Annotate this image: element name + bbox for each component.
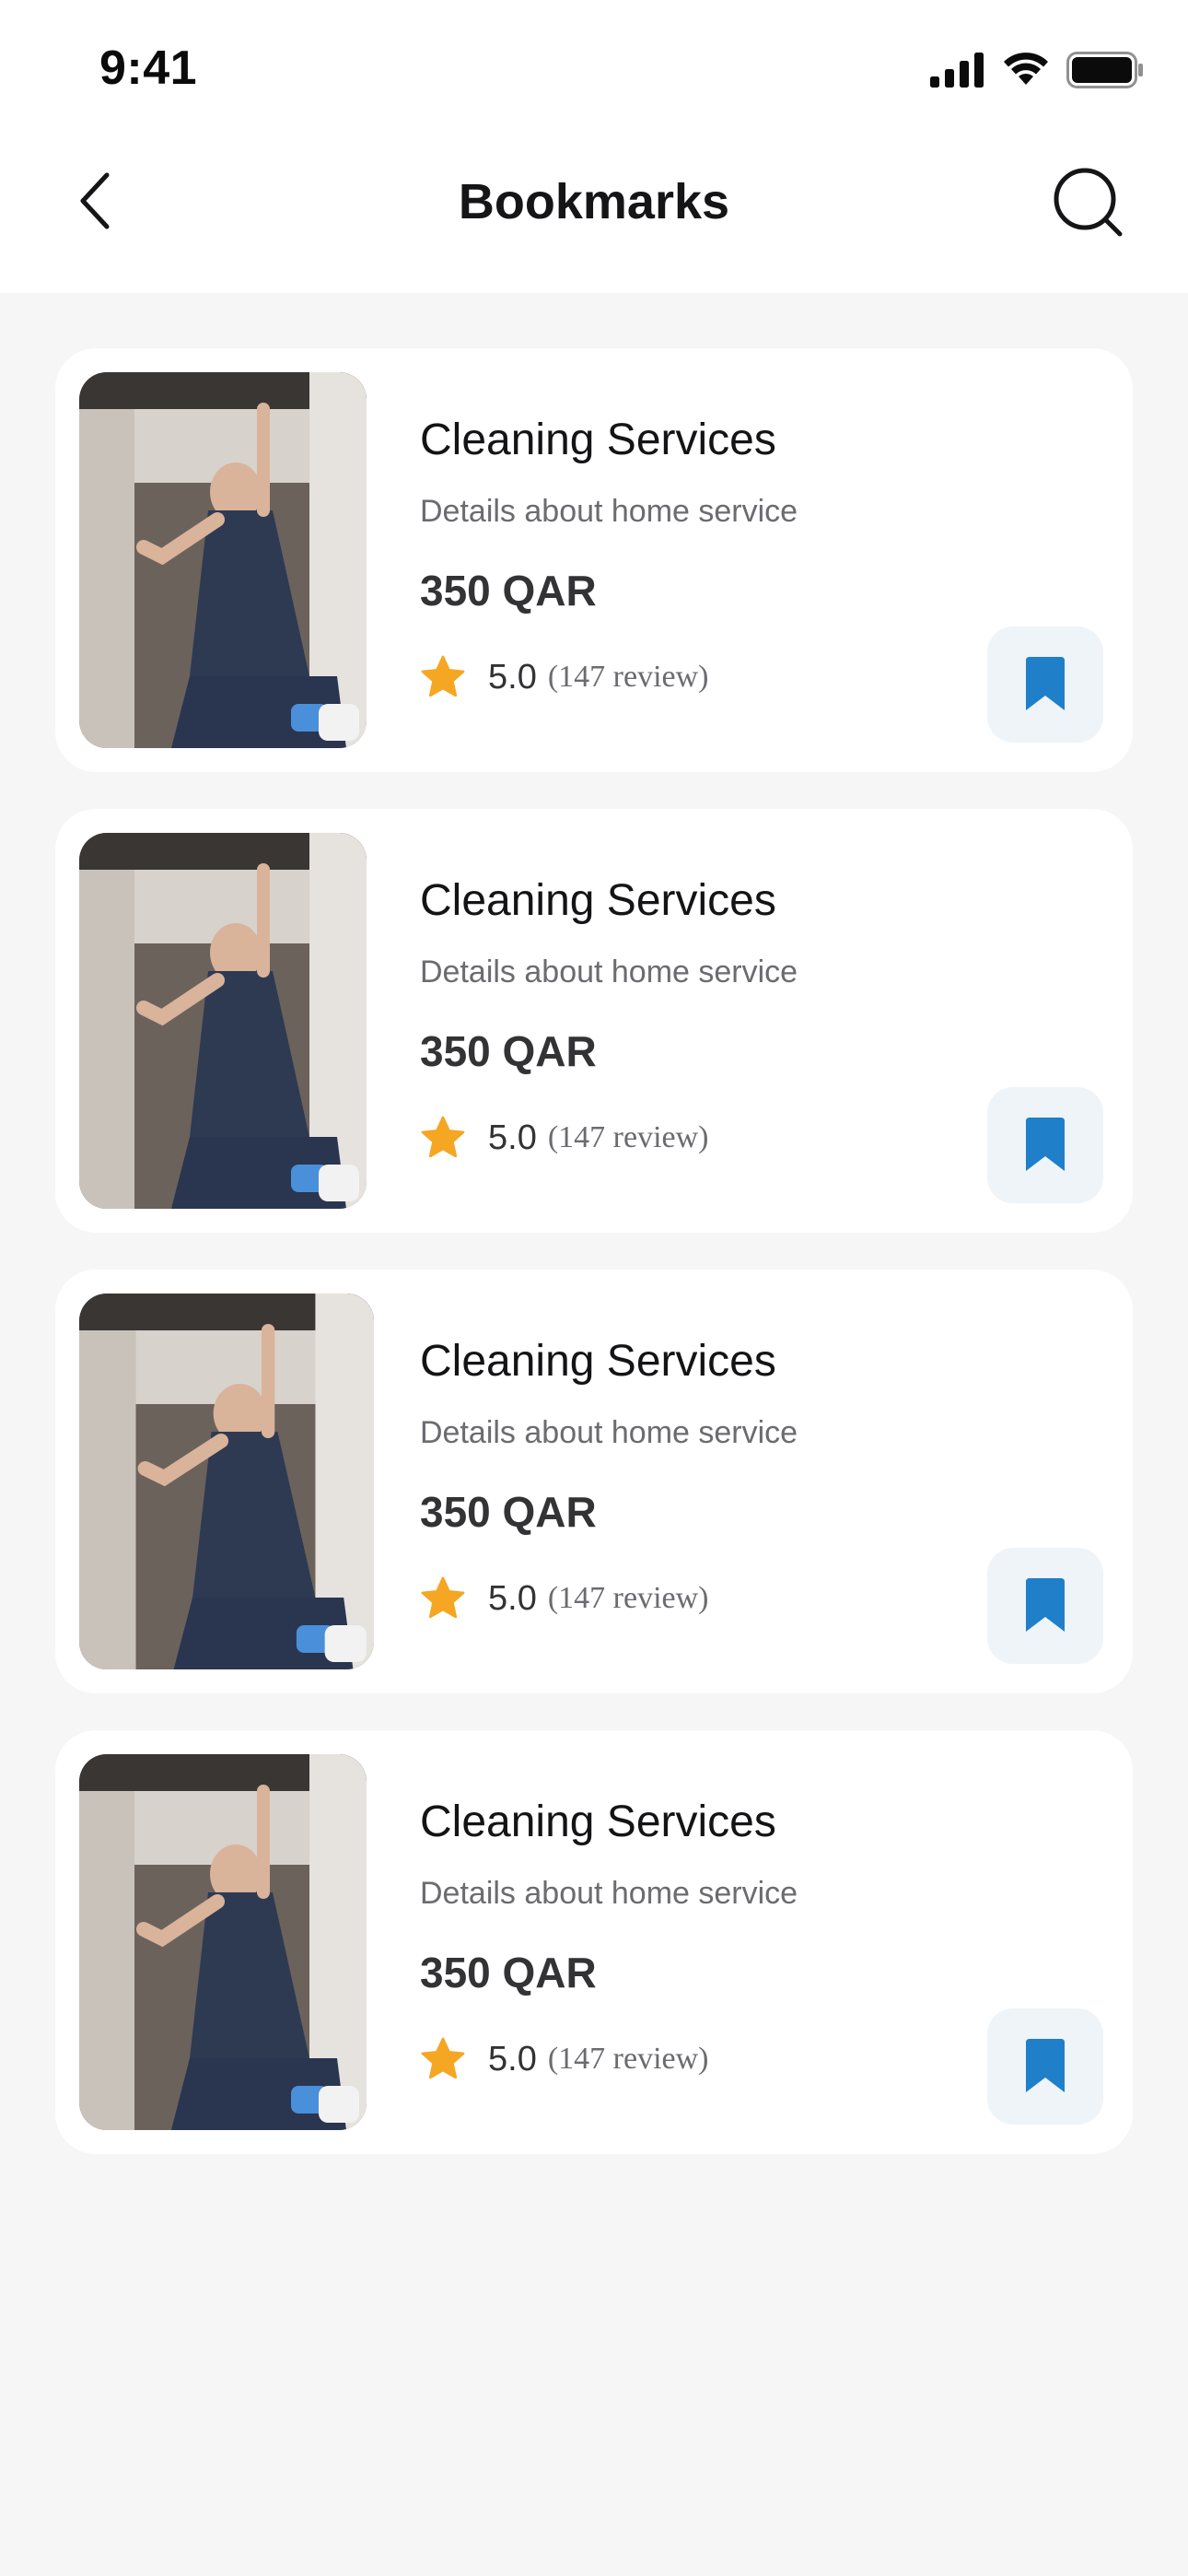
- bookmark-card[interactable]: Cleaning Services Details about home ser…: [55, 1730, 1133, 2154]
- service-title: Cleaning Services: [420, 1797, 776, 1846]
- bookmark-list: Cleaning Services Details about home ser…: [55, 348, 1133, 2191]
- search-button[interactable]: [1050, 166, 1127, 243]
- search-icon: [1052, 166, 1125, 244]
- service-image: [79, 1754, 367, 2130]
- review-count: (147 review): [547, 1581, 709, 1615]
- rating-value: 5.0: [488, 2039, 537, 2078]
- status-icons: [930, 50, 1144, 90]
- service-rating: 5.0 (147 review): [418, 1113, 708, 1163]
- star-icon: [421, 2037, 465, 2079]
- status-time: 9:41: [99, 41, 198, 95]
- service-description: Details about home service: [420, 494, 798, 529]
- service-rating: 5.0 (147 review): [418, 652, 708, 702]
- bookmark-button[interactable]: [987, 626, 1103, 743]
- rating-value: 5.0: [488, 1118, 537, 1157]
- status-bar: 9:41: [0, 0, 1188, 138]
- bookmark-button[interactable]: [987, 1548, 1103, 1664]
- page-title: Bookmarks: [458, 174, 730, 229]
- bookmark-button[interactable]: [987, 2008, 1103, 2125]
- service-price: 350 QAR: [420, 567, 597, 615]
- star-icon: [421, 1116, 465, 1158]
- rating-value: 5.0: [488, 1578, 537, 1618]
- star-icon: [421, 655, 465, 697]
- star-icon: [421, 1576, 465, 1619]
- service-rating: 5.0 (147 review): [418, 2034, 708, 2084]
- bookmark-button[interactable]: [987, 1087, 1103, 1203]
- service-image: [79, 1294, 374, 1669]
- service-rating: 5.0 (147 review): [418, 1574, 708, 1623]
- bookmark-filled-icon: [1026, 1118, 1065, 1171]
- wifi-icon: [1002, 52, 1050, 88]
- service-price: 350 QAR: [420, 1949, 597, 1996]
- review-count: (147 review): [547, 660, 709, 694]
- service-title: Cleaning Services: [420, 416, 776, 464]
- app-screen: 9:41 Bookmarks Cleaning Services Details…: [0, 0, 1188, 2576]
- service-title: Cleaning Services: [420, 876, 776, 925]
- review-count: (147 review): [547, 1120, 709, 1154]
- service-description: Details about home service: [420, 1415, 798, 1450]
- bookmark-filled-icon: [1026, 1578, 1065, 1632]
- service-title: Cleaning Services: [420, 1337, 776, 1386]
- service-price: 350 QAR: [420, 1027, 597, 1075]
- bookmark-card[interactable]: Cleaning Services Details about home ser…: [55, 1270, 1133, 1693]
- service-image: [79, 372, 367, 748]
- cellular-signal-icon: [930, 53, 985, 88]
- battery-icon: [1066, 52, 1144, 88]
- bookmark-filled-icon: [1026, 657, 1065, 710]
- service-price: 350 QAR: [420, 1488, 597, 1536]
- bookmark-card[interactable]: Cleaning Services Details about home ser…: [55, 809, 1133, 1233]
- service-description: Details about home service: [420, 1876, 798, 1911]
- bookmark-card[interactable]: Cleaning Services Details about home ser…: [55, 348, 1133, 772]
- bookmark-filled-icon: [1026, 2039, 1065, 2092]
- service-image: [79, 833, 367, 1209]
- review-count: (147 review): [547, 2042, 709, 2076]
- rating-value: 5.0: [488, 657, 537, 697]
- service-description: Details about home service: [420, 954, 798, 989]
- header-bar: Bookmarks: [0, 138, 1188, 293]
